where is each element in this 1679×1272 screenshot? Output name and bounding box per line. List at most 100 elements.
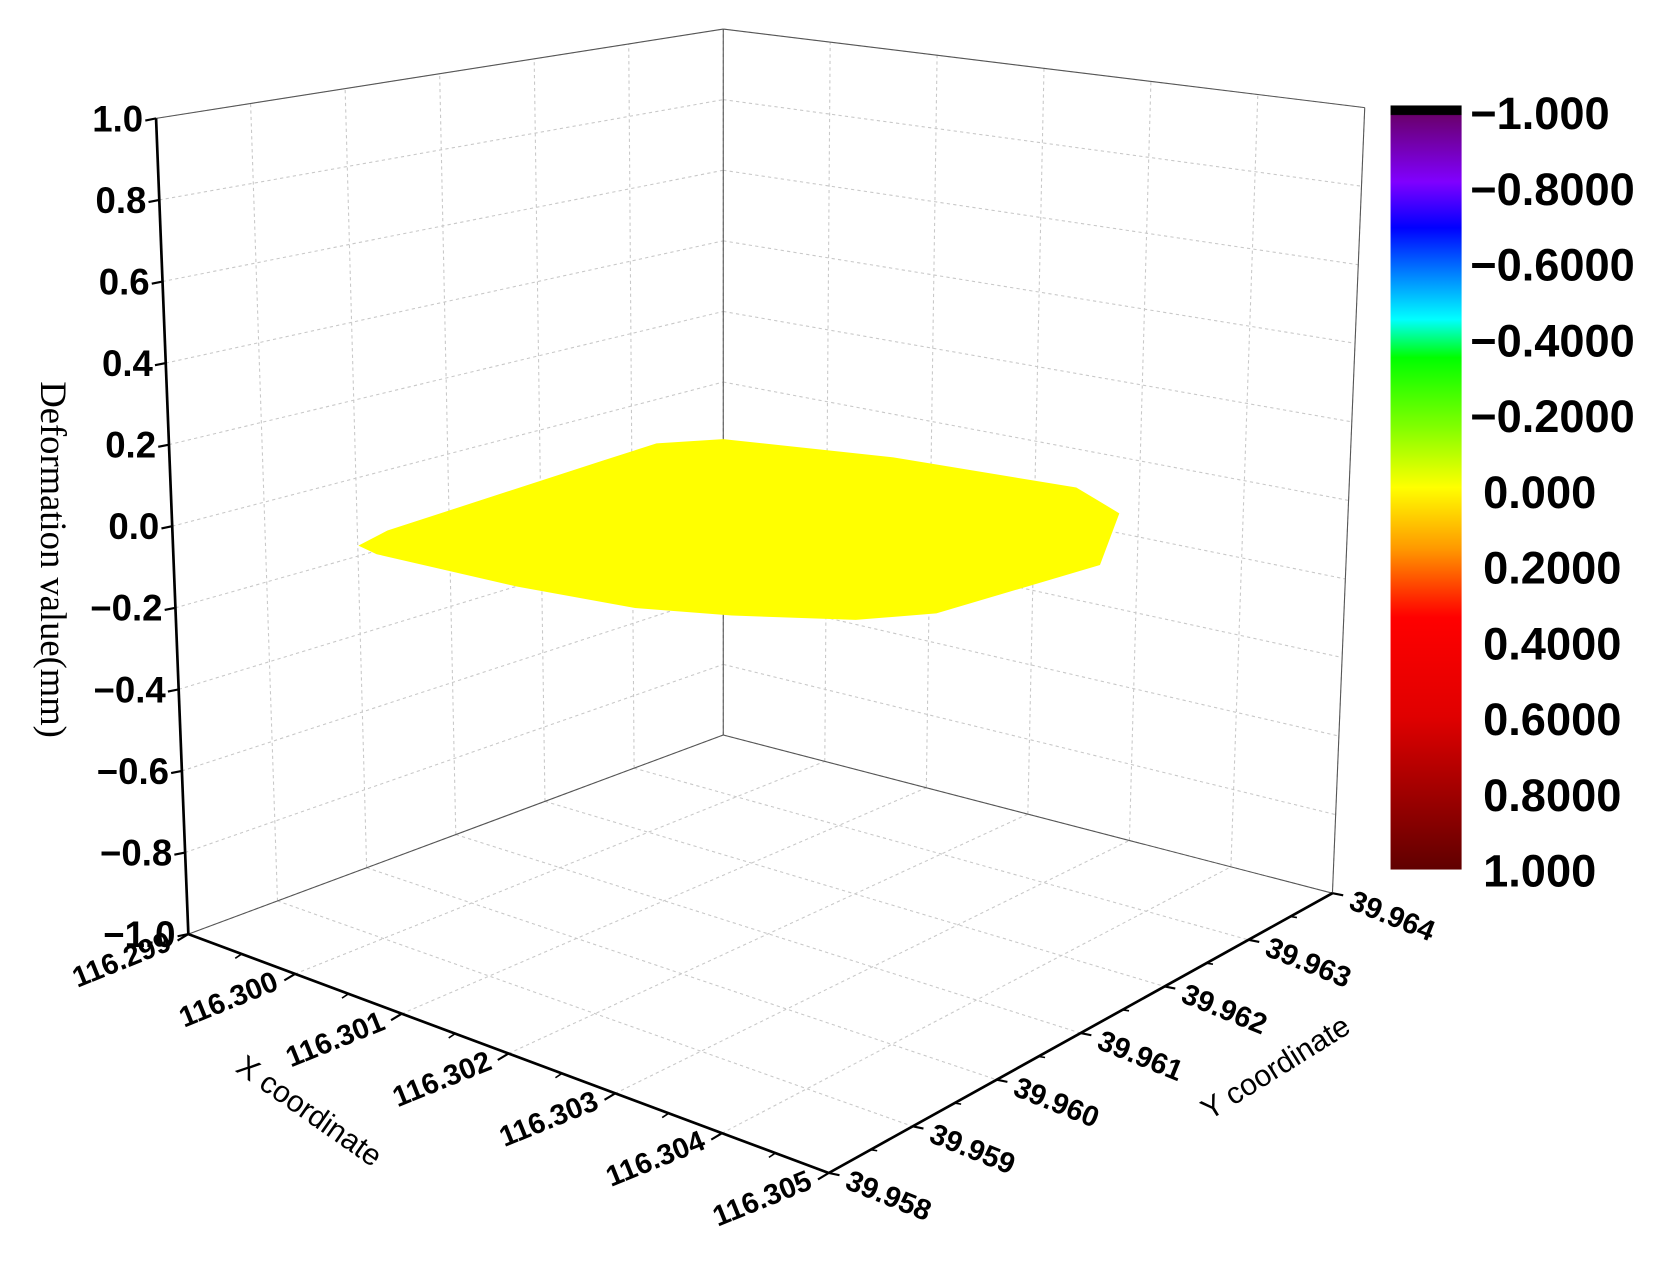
z-tick-label: −0.8 <box>100 832 172 873</box>
y-axis-label: Y coordinate <box>1195 1009 1355 1126</box>
x-tick-mark <box>710 1132 723 1141</box>
x-tick-mark <box>497 1052 510 1061</box>
x-minor-tick <box>555 1072 563 1079</box>
x-minor-tick <box>234 953 243 959</box>
axis-ticks: 1.00.80.60.40.20.0−0.2−0.4−0.6−0.8−1.011… <box>68 98 1439 1233</box>
x-tick-label: 116.301 <box>281 1006 389 1074</box>
grid-line <box>344 88 368 868</box>
x-minor-tick <box>768 1152 776 1159</box>
z-tick-mark <box>161 525 173 530</box>
z-tick-label: −0.4 <box>94 669 167 710</box>
grid-line <box>723 663 1336 816</box>
colorbar-label: 0.6000 <box>1483 694 1621 745</box>
grid-line <box>250 103 279 901</box>
x-tick-mark <box>283 972 296 982</box>
x-tick-label: 116.305 <box>708 1165 816 1233</box>
z-tick-mark <box>170 769 183 775</box>
z-tick-mark <box>167 688 179 693</box>
y-tick-label: 39.958 <box>841 1165 935 1228</box>
colorbar-labels: −1.000 −0.8000 −0.6000 −0.4000 −0.2000 0.000 0… <box>1470 88 1635 897</box>
y-tick-label: 39.959 <box>925 1118 1019 1181</box>
x-tick-label: 116.302 <box>388 1045 496 1113</box>
frame-edge <box>1331 107 1366 894</box>
z-tick-label: 0.4 <box>102 343 154 384</box>
z-tick-label: 0.0 <box>108 506 159 547</box>
y-tick-label: 39.961 <box>1093 1025 1187 1088</box>
colorbar-label: 0.8000 <box>1483 770 1621 821</box>
x-minor-tick <box>341 993 349 999</box>
x-tick-mark <box>817 1172 830 1181</box>
x-minor-tick <box>448 1032 456 1039</box>
grid-line <box>723 99 1362 187</box>
z-tick-mark <box>154 362 166 367</box>
y-tick-mark <box>828 1171 840 1177</box>
grid-line <box>533 58 546 802</box>
grid-line <box>721 866 1232 1134</box>
x-tick-label: 116.303 <box>495 1085 603 1153</box>
z-tick-mark <box>145 117 157 122</box>
y-tick-mark <box>1332 892 1344 897</box>
surface-3d-chart: 1.00.80.60.40.20.0−0.2−0.4−0.6−0.8−1.011… <box>33 28 1635 1233</box>
grid-line <box>366 867 997 1081</box>
z-tick-label: −0.6 <box>97 751 169 792</box>
colorbar-label: 1.000 <box>1483 846 1596 897</box>
y-tick-label: 39.964 <box>1345 885 1439 948</box>
z-tick-label: 0.2 <box>105 425 156 466</box>
z-tick-mark <box>151 280 163 285</box>
frame-edge <box>155 28 724 119</box>
z-axis-label: Deformation value(mm) <box>33 381 74 737</box>
y-tick-mark <box>1080 1032 1092 1037</box>
x-tick-mark <box>390 1012 403 1022</box>
grid-line <box>633 767 1249 941</box>
frame-edge <box>723 28 1365 109</box>
frame-edge <box>723 734 1333 894</box>
z-tick-label: 0.8 <box>96 180 147 221</box>
grid-line <box>1230 94 1259 867</box>
y-minor-tick <box>1290 915 1298 919</box>
grid-line <box>1128 81 1152 841</box>
x-tick-mark <box>603 1092 616 1101</box>
x-tick-label: 116.304 <box>602 1125 710 1193</box>
x-tick-label: 116.300 <box>175 966 283 1034</box>
y-tick-label: 39.963 <box>1261 932 1355 995</box>
y-minor-tick <box>870 1148 878 1152</box>
z-axis-line <box>154 118 190 935</box>
colorbar-label: 0.4000 <box>1483 618 1621 669</box>
y-minor-tick <box>1122 1008 1130 1012</box>
y-tick-mark <box>996 1078 1008 1083</box>
z-tick-mark <box>174 851 186 856</box>
z-tick-mark <box>164 606 176 612</box>
z-tick-label: 1.0 <box>92 98 143 139</box>
grid-line <box>401 787 927 1015</box>
colorbar-label: 0.000 <box>1483 467 1596 518</box>
z-tick-mark <box>148 198 160 204</box>
grid-line <box>294 760 825 975</box>
z-tick-label: 0.6 <box>99 261 150 302</box>
y-minor-tick <box>1206 962 1214 966</box>
deformation-surface <box>358 439 1120 620</box>
colorbar-label: −0.2000 <box>1470 391 1635 442</box>
colorbar-label: −0.8000 <box>1470 164 1635 215</box>
y-tick-label: 39.962 <box>1177 978 1271 1041</box>
colorbar-label: −1.000 <box>1470 88 1609 139</box>
y-tick-mark <box>1248 938 1260 944</box>
colorbar-label: 0.2000 <box>1483 543 1621 594</box>
grid-line <box>165 240 724 364</box>
colorbar <box>1390 105 1462 870</box>
colorbar-label: −0.6000 <box>1470 240 1635 291</box>
z-tick-label: −0.2 <box>90 588 162 629</box>
y-tick-label: 39.960 <box>1009 1072 1103 1135</box>
z-tick-mark <box>158 443 170 448</box>
grid-line <box>723 240 1356 344</box>
x-axis-label: X coordinate <box>230 1049 388 1173</box>
chart-container: 1.0 0.8 0.6 0.4 0.2 0.0 −0.2 −0.4 −0.6 −0.8 −1.0 11… <box>0 0 1679 1272</box>
y-tick-mark <box>1164 985 1176 990</box>
grid-line <box>615 839 1130 1094</box>
colorbar-label: −0.4000 <box>1470 315 1635 366</box>
grid-line <box>168 310 724 446</box>
x-minor-tick <box>661 1112 670 1119</box>
grid-line <box>925 55 938 788</box>
y-minor-tick <box>954 1102 962 1105</box>
y-minor-tick <box>1038 1055 1046 1059</box>
y-tick-mark <box>912 1125 924 1130</box>
